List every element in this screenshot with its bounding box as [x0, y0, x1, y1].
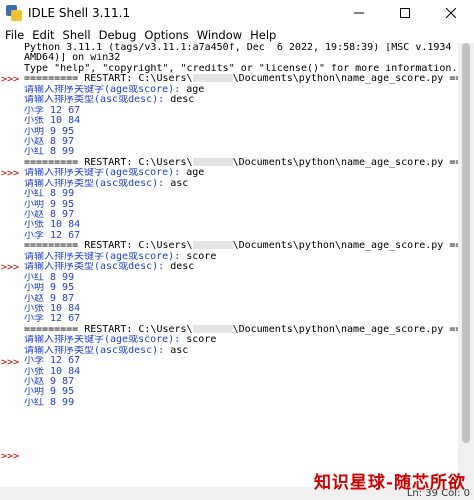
result-line: 小李 12 67 [24, 230, 81, 241]
prompt-marker: >>> [1, 74, 20, 86]
menu-shell[interactable]: Shell [63, 28, 91, 42]
result-line: 小赵 9 87 [24, 377, 75, 387]
redacted-username [192, 74, 233, 83]
scroll-thumb[interactable] [462, 43, 470, 443]
result-line: 小张 10 84 [24, 220, 81, 231]
redacted-username [192, 241, 233, 250]
result-line: 小李 12 67 [24, 105, 81, 116]
menu-options[interactable]: Options [144, 28, 188, 42]
input-prompt-line: 请输入排序关键字(age或score): age [24, 84, 205, 95]
result-line: 小赵 8 97 [24, 210, 75, 220]
result-line: 小明 9 95 [24, 283, 75, 294]
watermark: 知识星球-随芯所欲 [313, 473, 466, 493]
result-line: 小赵 8 97 [24, 136, 75, 147]
title-bar: IDLE Shell 3.11.1 [0, 0, 474, 26]
restart-line: ========= RESTART: C:\Users\ \Documents\p… [24, 324, 458, 335]
input-prompt-line: 请输入排序关键字(age或score): age [24, 168, 205, 179]
banner-line: AMD64)] on win32 [24, 53, 121, 64]
result-line: 小李 12 67 [24, 356, 81, 367]
input-prompt-line: 请输入排序类型(asc或desc): asc [24, 345, 189, 356]
minimize-button[interactable] [336, 0, 382, 26]
prompt-marker: >>> [1, 168, 20, 180]
menu-window[interactable]: Window [197, 28, 242, 42]
result-line: 小李 12 67 [24, 314, 81, 325]
minimize-icon [354, 12, 364, 14]
result-line: 小张 10 84 [24, 116, 81, 127]
menu-bar: File Edit Shell Debug Options Window Hel… [0, 26, 474, 43]
redacted-username [192, 157, 233, 166]
input-prompt-line: 请输入排序类型(asc或desc): desc [24, 262, 195, 273]
input-prompt-line: 请输入排序类型(asc或desc): asc [24, 178, 189, 189]
input-prompt-line: 请输入排序关键字(age或score): score [24, 251, 217, 262]
menu-file[interactable]: File [5, 28, 24, 42]
menu-edit[interactable]: Edit [32, 28, 54, 42]
maximize-button[interactable] [382, 0, 428, 26]
banner-line: Type "help", "copyright", "credits" or "… [24, 63, 458, 74]
window-title: IDLE Shell 3.11.1 [28, 6, 131, 20]
result-line: 小红 8 99 [24, 272, 75, 283]
result-line: 小红 8 99 [24, 147, 75, 158]
result-line: 小红 8 99 [24, 189, 75, 200]
input-prompt-line: 请输入排序类型(asc或desc): desc [24, 95, 195, 106]
result-line: 小明 9 95 [24, 387, 75, 398]
result-line: 小明 9 95 [24, 126, 75, 137]
result-line: 小明 9 95 [24, 199, 75, 210]
result-line: 小张 10 84 [24, 366, 81, 377]
restart-line: ========= RESTART: C:\Users\ \Documents\p… [24, 157, 458, 168]
restart-line: ========= RESTART: C:\Users\ \Documents\p… [24, 241, 458, 252]
banner-line: Python 3.11.1 (tags/v3.11.1:a7a450f, Dec… [24, 43, 458, 53]
vertical-scrollbar[interactable] [458, 43, 474, 487]
close-button[interactable] [428, 0, 474, 26]
python-idle-icon [6, 5, 22, 21]
prompt-gutter: >>> >>> >>> >>> >>> [0, 43, 21, 487]
menu-debug[interactable]: Debug [99, 28, 137, 42]
result-line: 小赵 9 87 [24, 293, 75, 304]
prompt-marker: >>> [1, 356, 20, 368]
prompt-marker: >>> [1, 450, 20, 462]
close-icon [446, 8, 456, 18]
maximize-icon [400, 8, 410, 18]
restart-line: ========= RESTART: C:\Users\ \Documents\p… [24, 74, 458, 85]
menu-help[interactable]: Help [250, 28, 276, 42]
result-line: 小张 10 84 [24, 303, 81, 314]
shell-editor[interactable]: >>> >>> >>> >>> >>> Python 3.11.1 (tags/v3.1… [0, 43, 458, 487]
input-prompt-line: 请输入排序关键字(age或score): score [24, 335, 217, 346]
prompt-marker: >>> [1, 262, 20, 274]
redacted-username [192, 324, 233, 333]
shell-output[interactable]: Python 3.11.1 (tags/v3.11.1:a7a450f, Dec… [24, 43, 458, 408]
result-line: 小红 8 99 [24, 397, 75, 408]
